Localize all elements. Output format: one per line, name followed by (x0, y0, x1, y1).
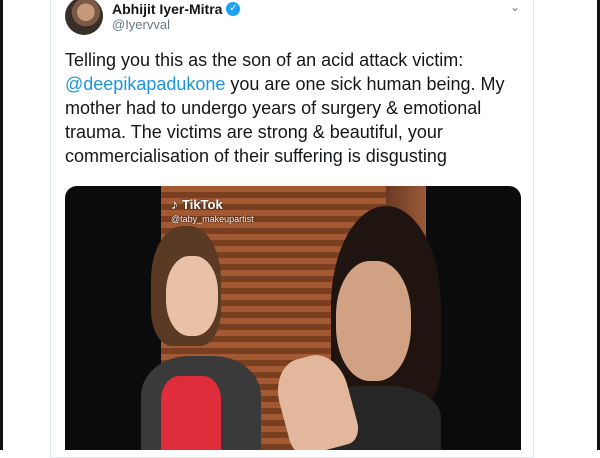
chevron-down-icon[interactable]: ⌄ (508, 0, 522, 14)
tiktok-username: @taby_makeupartist (171, 214, 254, 224)
tiktok-logo: ♪ TikTok (171, 196, 223, 212)
tiktok-note-icon: ♪ (171, 196, 178, 212)
verified-badge-icon: ✓ (226, 2, 241, 16)
author-name-text[interactable]: Abhijit Iyer-Mitra (112, 1, 222, 17)
person-left-shirt (161, 376, 221, 450)
tweet-media-video[interactable]: ♪ TikTok @taby_makeupartist (65, 186, 521, 450)
author-name[interactable]: Abhijit Iyer-Mitra ✓ (112, 1, 241, 17)
tweet-text-part1: Telling you this as the son of an acid a… (65, 50, 464, 70)
author-handle[interactable]: @Iyervval (112, 17, 170, 32)
person-right-face (336, 261, 411, 381)
video-frame[interactable]: ♪ TikTok @taby_makeupartist (141, 186, 441, 450)
left-frame-edge (0, 0, 3, 450)
tweet-text: Telling you this as the son of an acid a… (65, 48, 525, 168)
tiktok-brand-label: TikTok (182, 196, 223, 212)
person-left-face (166, 256, 218, 336)
mention-link[interactable]: @deepikapadukone (65, 74, 225, 94)
